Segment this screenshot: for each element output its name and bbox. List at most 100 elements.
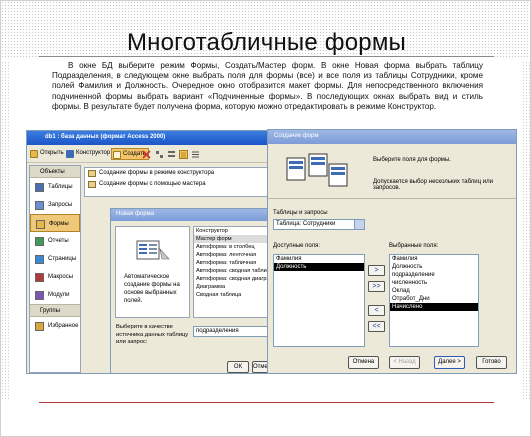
new-form-option[interactable]: Сводная таблица xyxy=(194,291,272,299)
objects-item-page[interactable]: Страницы xyxy=(30,250,80,268)
wizard-back-button[interactable]: < Назад xyxy=(389,356,420,369)
field-item[interactable]: подразделение xyxy=(390,271,478,279)
page-icon xyxy=(35,255,44,264)
new-form-options-list: Конструктор Мастер форм Автоформа: в столб… xyxy=(193,226,273,318)
form-list-item-label: Создание формы в режиме конструктора xyxy=(99,170,215,176)
wizard-next-button[interactable]: Далее > xyxy=(434,356,465,369)
objects-item-query[interactable]: Запросы xyxy=(30,196,80,214)
favorites-item[interactable]: Избранное xyxy=(30,317,80,335)
forms-list: Создание формы в режиме конструктора Созд… xyxy=(84,167,272,197)
form-list-item[interactable]: Создание формы в режиме конструктора xyxy=(85,168,271,179)
open-label: Открыть xyxy=(40,150,64,156)
objects-item-label: Таблицы xyxy=(48,184,73,190)
design-label: Конструктор xyxy=(76,150,111,156)
wizard-finish-button[interactable]: Готово xyxy=(476,356,507,369)
remove-one-button[interactable]: < xyxy=(368,305,385,316)
module-icon xyxy=(35,291,44,300)
slide: Многотабличные формы В окне БД выберите … xyxy=(0,0,531,437)
new-form-option[interactable]: Автоформа: табличная xyxy=(194,259,272,267)
objects-item-label: Запросы xyxy=(48,202,73,208)
left-dots xyxy=(1,61,9,401)
macro-icon xyxy=(35,273,44,282)
report-icon xyxy=(35,237,44,246)
list-icon[interactable] xyxy=(191,150,200,159)
large-icons-icon[interactable] xyxy=(155,150,164,159)
objects-item-label: Макросы xyxy=(48,274,74,280)
new-form-option[interactable]: Автоформа: ленточная xyxy=(194,251,272,259)
wizard-separator xyxy=(268,198,516,199)
favorites-label: Избранное xyxy=(48,323,79,329)
new-icon xyxy=(113,151,121,159)
objects-item-label: Страницы xyxy=(48,256,77,262)
objects-item-module[interactable]: Модули xyxy=(30,286,80,304)
tables-label: Таблицы и запросы xyxy=(273,210,328,216)
access-window-title: db1 : база данных (формат Access 2000) xyxy=(27,131,273,145)
wizard-title: Создание форм xyxy=(268,130,516,144)
objects-header: Объекты xyxy=(30,166,80,178)
page-title: Многотабличные формы xyxy=(126,29,406,56)
selected-fields-list: Фамилия Должность подразделение численность… xyxy=(389,254,479,347)
design-button[interactable]: Конструктор xyxy=(65,148,112,160)
source-label: Выберите в качестве источника данных таб… xyxy=(116,324,189,345)
available-fields-label: Доступные поля: xyxy=(273,243,321,249)
open-icon xyxy=(30,150,38,158)
design-icon xyxy=(66,150,74,158)
field-item[interactable]: численность xyxy=(390,279,478,287)
field-item[interactable]: Начислено xyxy=(390,303,478,311)
objects-list: Таблицы Запросы Формы Отчеты Страницы Макросы… xyxy=(30,178,80,304)
form-icon xyxy=(88,181,96,188)
objects-item-label: Формы xyxy=(49,221,69,227)
delete-icon[interactable] xyxy=(142,150,151,159)
access-database-window: db1 : база данных (формат Access 2000) О… xyxy=(26,130,274,374)
open-button[interactable]: Открыть xyxy=(29,148,66,160)
new-form-option[interactable]: Автоформа: сводная таблица xyxy=(194,267,273,275)
new-form-option[interactable]: Диаграмма xyxy=(194,283,272,291)
tables-select[interactable]: Таблица: Сотрудники xyxy=(273,219,365,230)
field-item[interactable]: Фамилия xyxy=(274,255,364,263)
move-one-button[interactable]: > xyxy=(368,265,385,276)
multi-tables-text: Допускается выбор нескольких таблиц или … xyxy=(373,179,493,191)
field-item[interactable]: Фамилия xyxy=(390,255,478,263)
small-icons-icon[interactable] xyxy=(167,150,176,159)
chevron-down-icon[interactable] xyxy=(354,220,364,229)
new-form-option[interactable]: Мастер форм xyxy=(194,235,272,243)
field-item[interactable]: Должность xyxy=(390,263,478,271)
objects-item-form[interactable]: Формы xyxy=(30,214,80,232)
form-wizard-window: Создание форм Выберите поля для формы. Д… xyxy=(267,129,517,374)
footer-divider xyxy=(39,402,494,403)
form-list-item[interactable]: Создание формы с помощью мастера xyxy=(85,179,271,190)
choose-fields-text: Выберите поля для формы. xyxy=(373,157,451,163)
form-wizard-icon xyxy=(136,240,170,260)
groups-header[interactable]: Группы xyxy=(30,304,80,317)
new-form-option[interactable]: Автоформа: в столбец xyxy=(194,243,272,251)
objects-item-table[interactable]: Таблицы xyxy=(30,178,80,196)
form-icon xyxy=(36,220,45,229)
field-item[interactable]: Отработ_Дни xyxy=(390,295,478,303)
new-form-title: Новая форма xyxy=(111,209,273,221)
wizard-cancel-button[interactable]: Отмена xyxy=(348,356,379,369)
objects-item-label: Модули xyxy=(48,292,70,298)
new-form-option[interactable]: Автоформа: сводная диаграмма xyxy=(194,275,273,283)
details-icon[interactable] xyxy=(179,150,188,159)
table-icon xyxy=(35,183,44,192)
move-all-button[interactable]: >> xyxy=(368,281,385,292)
objects-item-report[interactable]: Отчеты xyxy=(30,232,80,250)
objects-item-macro[interactable]: Макросы xyxy=(30,268,80,286)
new-form-option[interactable]: Конструктор xyxy=(194,227,272,235)
available-fields-list: Фамилия Должность xyxy=(273,254,365,347)
remove-all-button[interactable]: << xyxy=(368,321,385,332)
field-item[interactable]: Оклад xyxy=(390,287,478,295)
slide-body-text: В окне БД выберите режим Формы, Создать/… xyxy=(52,61,483,111)
selected-fields-label: Выбранные поля: xyxy=(389,243,439,249)
field-item[interactable]: Должность xyxy=(274,263,364,271)
new-form-description: Автоматическое создание формы на основе … xyxy=(124,274,180,304)
query-icon xyxy=(35,201,44,210)
objects-pane: Объекты Таблицы Запросы Формы Отчеты Страниц… xyxy=(29,165,81,373)
right-dots xyxy=(522,61,530,401)
new-form-preview: Автоматическое создание формы на основе … xyxy=(115,226,190,318)
favorites-icon xyxy=(35,322,44,331)
objects-item-label: Отчеты xyxy=(48,238,69,244)
ok-button[interactable]: ОК xyxy=(227,361,249,373)
wizard-illustration-icon xyxy=(286,153,348,187)
source-table-input[interactable]: подразделения xyxy=(193,326,273,337)
